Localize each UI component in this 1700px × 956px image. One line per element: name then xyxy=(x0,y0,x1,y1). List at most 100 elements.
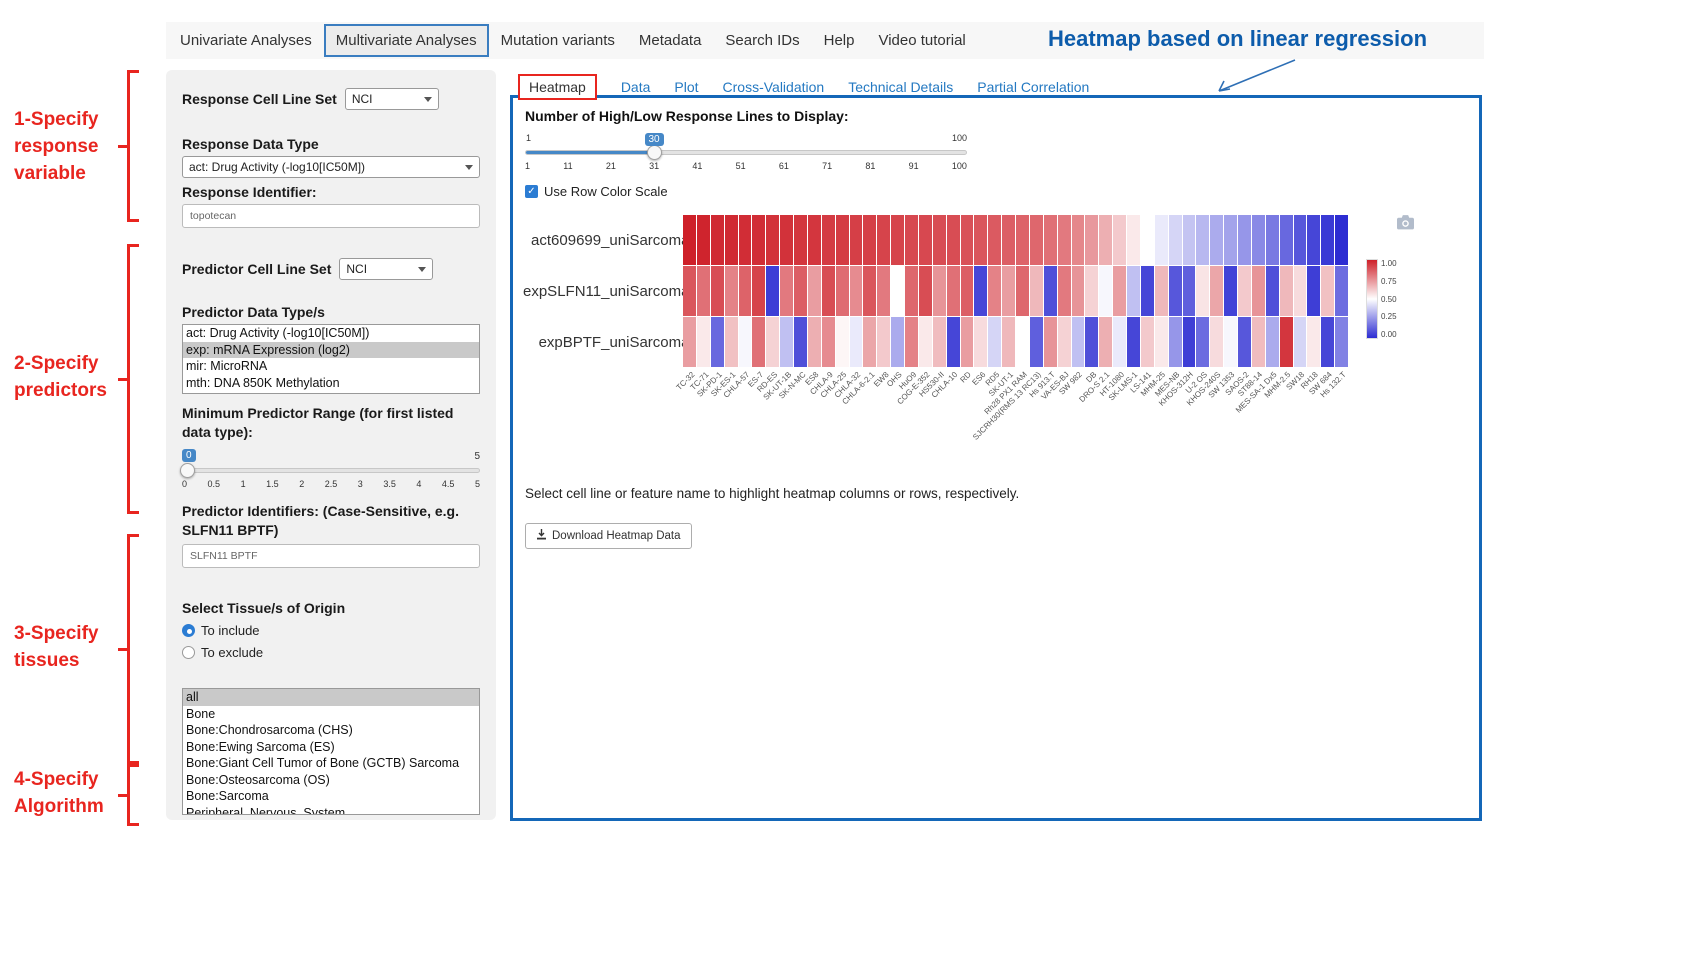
heatmap-cell[interactable] xyxy=(1321,317,1334,367)
heatmap-cell[interactable] xyxy=(1196,266,1209,316)
heatmap-cell[interactable] xyxy=(1044,215,1057,265)
heatmap-cell[interactable] xyxy=(697,215,710,265)
heatmap-cell[interactable] xyxy=(1335,266,1348,316)
list-option[interactable]: mth: DNA 850K Methylation xyxy=(183,375,479,392)
heatmap-cell[interactable] xyxy=(1155,317,1168,367)
heatmap-cell[interactable] xyxy=(1058,317,1071,367)
heatmap-cell[interactable] xyxy=(947,317,960,367)
list-option[interactable]: mir: MicroRNA xyxy=(183,358,479,375)
heatmap-cell[interactable] xyxy=(1252,215,1265,265)
heatmap-cell[interactable] xyxy=(1266,317,1279,367)
list-option[interactable]: Bone:Osteosarcoma (OS) xyxy=(183,772,479,789)
heatmap-cell[interactable] xyxy=(1238,317,1251,367)
heatmap-cell[interactable] xyxy=(808,266,821,316)
heatmap-cell[interactable] xyxy=(947,266,960,316)
heatmap-cell[interactable] xyxy=(988,266,1001,316)
response-cell-line-set-select[interactable]: NCI xyxy=(345,88,439,110)
heatmap-cell[interactable] xyxy=(877,317,890,367)
heatmap-cell[interactable] xyxy=(1321,215,1334,265)
nav-tab-multivariate-analyses[interactable]: Multivariate Analyses xyxy=(324,24,489,57)
heatmap-cell[interactable] xyxy=(1266,215,1279,265)
predictor-data-types-listbox[interactable]: act: Drug Activity (-log10[IC50M])exp: m… xyxy=(182,324,480,394)
heatmap-cell[interactable] xyxy=(683,215,696,265)
heatmap-cell[interactable] xyxy=(836,266,849,316)
heatmap-cell[interactable] xyxy=(919,215,932,265)
tab-heatmap[interactable]: Heatmap xyxy=(518,74,597,100)
heatmap-cell[interactable] xyxy=(794,215,807,265)
nav-tab-help[interactable]: Help xyxy=(812,24,867,57)
heatmap-cell[interactable] xyxy=(794,266,807,316)
predictor-cell-line-set-select[interactable]: NCI xyxy=(339,258,433,280)
heatmap-cell[interactable] xyxy=(850,215,863,265)
heatmap-cell[interactable] xyxy=(863,317,876,367)
heatmap-cell[interactable] xyxy=(1196,317,1209,367)
heatmap-cell[interactable] xyxy=(711,215,724,265)
heatmap-cell[interactable] xyxy=(1169,266,1182,316)
heatmap-cell[interactable] xyxy=(933,317,946,367)
heatmap-cell[interactable] xyxy=(1155,215,1168,265)
heatmap-cell[interactable] xyxy=(1044,317,1057,367)
to-exclude-radio[interactable] xyxy=(182,646,195,659)
heatmap-cell[interactable] xyxy=(1099,266,1112,316)
heatmap-cell[interactable] xyxy=(766,317,779,367)
tissue-listbox[interactable]: allBoneBone:Chondrosarcoma (CHS)Bone:Ewi… xyxy=(182,688,480,815)
heatmap-cell[interactable] xyxy=(725,215,738,265)
heatmap-row-label[interactable]: expSLFN11_uniSarcoma xyxy=(523,266,698,316)
heatmap-cell[interactable] xyxy=(891,317,904,367)
heatmap-cell[interactable] xyxy=(1058,266,1071,316)
list-option[interactable]: Bone xyxy=(183,706,479,723)
heatmap-cell[interactable] xyxy=(822,266,835,316)
response-lines-slider[interactable]: 1 100 30 1112131415161718191100 xyxy=(525,130,967,176)
heatmap-cell[interactable] xyxy=(1141,215,1154,265)
heatmap-cell[interactable] xyxy=(961,215,974,265)
min-predictor-range-slider[interactable]: 0 5 00.511.522.533.544.55 xyxy=(182,448,480,494)
heatmap-cell[interactable] xyxy=(1183,266,1196,316)
heatmap-cell[interactable] xyxy=(780,317,793,367)
heatmap-cell[interactable] xyxy=(1016,215,1029,265)
heatmap-cell[interactable] xyxy=(1294,215,1307,265)
heatmap-cell[interactable] xyxy=(739,266,752,316)
heatmap-cell[interactable] xyxy=(766,215,779,265)
tab-cross-validation[interactable]: Cross-Validation xyxy=(723,79,825,95)
nav-tab-search-ids[interactable]: Search IDs xyxy=(713,24,811,57)
list-option[interactable]: Peripheral_Nervous_System xyxy=(183,805,479,816)
heatmap-cell[interactable] xyxy=(1030,317,1043,367)
heatmap-cell[interactable] xyxy=(919,317,932,367)
heatmap-cell[interactable] xyxy=(1210,215,1223,265)
heatmap-cell[interactable] xyxy=(863,215,876,265)
heatmap-cell[interactable] xyxy=(836,317,849,367)
heatmap-cell[interactable] xyxy=(1072,266,1085,316)
heatmap-cell[interactable] xyxy=(1030,266,1043,316)
heatmap-cell[interactable] xyxy=(850,317,863,367)
heatmap-cell[interactable] xyxy=(1224,266,1237,316)
heatmap-cell[interactable] xyxy=(683,266,696,316)
heatmap-cell[interactable] xyxy=(711,317,724,367)
heatmap-cell[interactable] xyxy=(1127,215,1140,265)
list-option[interactable]: Bone:Ewing Sarcoma (ES) xyxy=(183,739,479,756)
heatmap-cell[interactable] xyxy=(1058,215,1071,265)
heatmap-row-label[interactable]: expBPTF_uniSarcoma xyxy=(523,317,698,367)
heatmap-cell[interactable] xyxy=(1030,215,1043,265)
heatmap-cell[interactable] xyxy=(919,266,932,316)
heatmap-cell[interactable] xyxy=(1169,317,1182,367)
heatmap-cell[interactable] xyxy=(933,215,946,265)
heatmap-cell[interactable] xyxy=(850,266,863,316)
heatmap-cell[interactable] xyxy=(1238,215,1251,265)
list-option[interactable]: all xyxy=(183,689,479,706)
heatmap-cell[interactable] xyxy=(808,215,821,265)
heatmap-cell[interactable] xyxy=(863,266,876,316)
heatmap-cell[interactable] xyxy=(1307,266,1320,316)
heatmap-cell[interactable] xyxy=(974,215,987,265)
heatmap-cell[interactable] xyxy=(752,215,765,265)
heatmap-cell[interactable] xyxy=(1044,266,1057,316)
heatmap-cell[interactable] xyxy=(1280,317,1293,367)
slider-handle[interactable] xyxy=(180,463,195,478)
heatmap-cell[interactable] xyxy=(1307,317,1320,367)
heatmap-cell[interactable] xyxy=(1099,317,1112,367)
heatmap-cell[interactable] xyxy=(752,317,765,367)
heatmap-cell[interactable] xyxy=(1072,317,1085,367)
list-option[interactable]: Bone:Giant Cell Tumor of Bone (GCTB) Sar… xyxy=(183,755,479,772)
list-option[interactable]: exp: mRNA Expression (log2) xyxy=(183,342,479,359)
heatmap-cell[interactable] xyxy=(780,266,793,316)
heatmap-cell[interactable] xyxy=(1016,266,1029,316)
